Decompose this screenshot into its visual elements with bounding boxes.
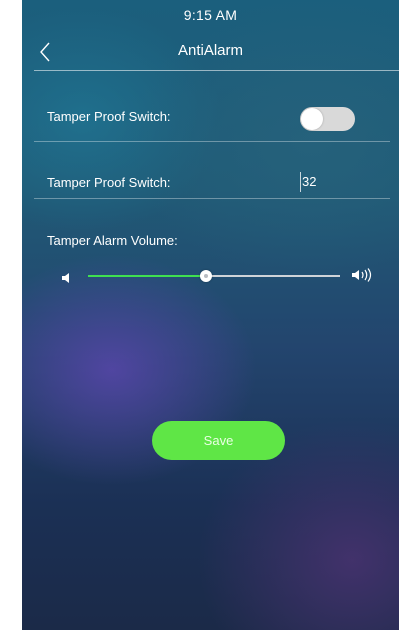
volume-slider-thumb[interactable] — [200, 270, 213, 282]
row-divider — [34, 141, 390, 142]
tamper-value-label: Tamper Proof Switch: — [47, 175, 171, 190]
header-bar: AntiAlarm — [22, 30, 399, 72]
row-divider — [34, 198, 390, 199]
volume-high-icon — [352, 268, 374, 282]
volume-slider-fill — [88, 275, 207, 277]
page-title: AntiAlarm — [177, 42, 244, 59]
status-bar: 9:15 AM — [22, 0, 399, 26]
volume-low-icon — [62, 270, 70, 283]
volume-label: Tamper Alarm Volume: — [47, 233, 178, 248]
volume-slider[interactable] — [88, 270, 340, 282]
status-time: 9:15 AM — [183, 7, 238, 23]
save-button[interactable]: Save — [152, 421, 285, 460]
tamper-value-input[interactable]: 32 — [300, 172, 372, 192]
tamper-switch-toggle[interactable] — [300, 107, 355, 131]
tamper-switch-label: Tamper Proof Switch: — [47, 109, 171, 124]
header-divider — [34, 70, 399, 71]
toggle-knob — [301, 108, 323, 130]
device-screen: 9:15 AM AntiAlarm Tamper Proof Switch: T… — [22, 0, 399, 630]
